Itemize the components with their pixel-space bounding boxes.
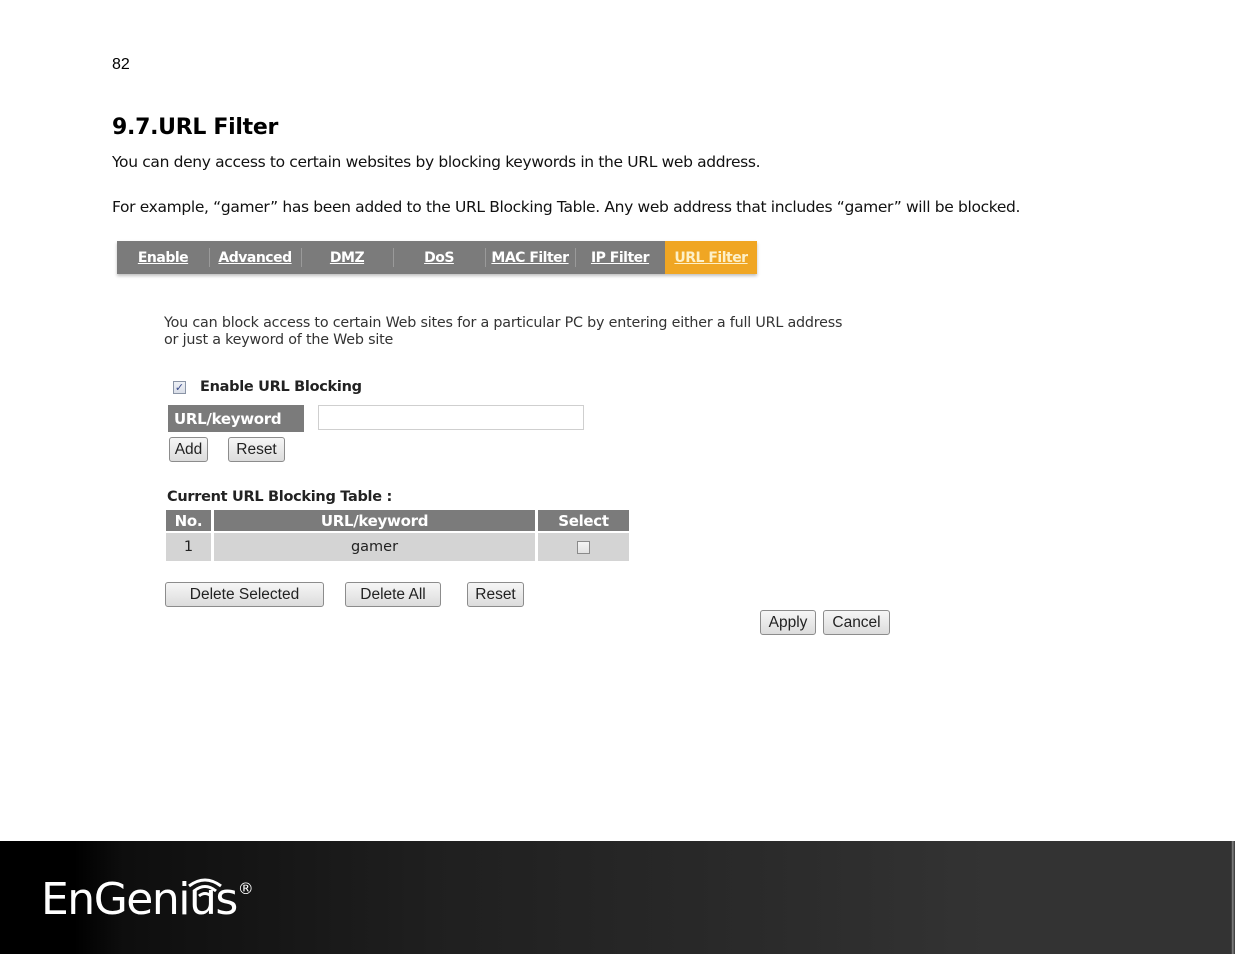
tab-enable[interactable]: Enable [117,241,209,274]
tab-url-filter[interactable]: URL Filter [665,241,757,274]
blocking-table-title: Current URL Blocking Table : [167,489,393,505]
table-header-row: No. URL/keyword Select [166,510,629,531]
delete-selected-button[interactable]: Delete Selected [165,582,324,607]
tab-advanced[interactable]: Advanced [209,241,301,274]
url-keyword-label: URL/keyword [168,405,304,432]
header-select: Select [538,510,629,531]
enable-url-blocking-label: Enable URL Blocking [200,379,362,395]
description-line: You can block access to certain Web site… [164,315,843,331]
table-row: 1 gamer [166,533,629,561]
url-filter-description: You can block access to certain Web site… [164,315,842,349]
engenius-logo: EnGenius ® [41,878,254,922]
add-button[interactable]: Add [169,437,208,462]
apply-button[interactable]: Apply [760,610,816,635]
description-line: or just a keyword of the Web site [164,332,394,348]
section-title: 9.7.URL Filter [112,115,279,140]
reset-input-button[interactable]: Reset [228,437,285,462]
enable-url-blocking-row: ✓ Enable URL Blocking [173,379,362,395]
row-keyword: gamer [214,533,535,561]
delete-all-button[interactable]: Delete All [345,582,441,607]
tab-dos[interactable]: DoS [393,241,485,274]
url-keyword-input[interactable] [318,405,584,430]
enable-url-blocking-checkbox[interactable]: ✓ [173,380,186,394]
row-select-cell [538,533,629,561]
page-number: 82 [112,56,130,73]
registered-mark-icon: ® [237,879,254,898]
header-url-keyword: URL/keyword [214,510,535,531]
firewall-tab-bar: Enable Advanced DMZ DoS MAC Filter IP Fi… [117,241,757,274]
tab-ip-filter[interactable]: IP Filter [575,241,665,274]
row-select-checkbox[interactable] [577,540,590,554]
reset-table-button[interactable]: Reset [467,582,524,607]
url-blocking-table: No. URL/keyword Select 1 gamer [163,508,632,563]
tab-mac-filter[interactable]: MAC Filter [485,241,575,274]
example-paragraph: For example, “gamer” has been added to t… [112,198,1021,216]
row-number: 1 [166,533,211,561]
cancel-button[interactable]: Cancel [823,610,890,635]
header-no: No. [166,510,211,531]
tab-dmz[interactable]: DMZ [301,241,393,274]
intro-paragraph: You can deny access to certain websites … [112,153,761,171]
wifi-icon [188,878,222,898]
checkmark-icon: ✓ [174,380,185,394]
